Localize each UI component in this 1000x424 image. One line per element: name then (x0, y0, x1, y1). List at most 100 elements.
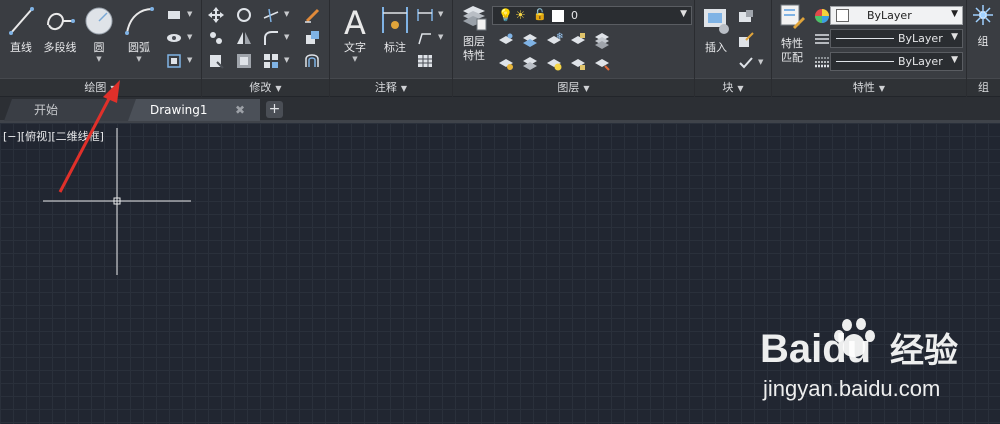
layer-thaw-all-icon[interactable] (545, 54, 563, 72)
tab-drawing1[interactable]: Drawing1 ✖ (128, 99, 260, 121)
add-tab-button[interactable]: + (266, 101, 283, 118)
erase-icon[interactable] (303, 6, 321, 24)
move-icon[interactable] (207, 6, 225, 24)
rotate-icon[interactable] (235, 6, 253, 24)
layer-dropdown[interactable]: 💡 ☀ 🔓 0 ▼ (492, 6, 692, 25)
edit-attributes-icon[interactable] (737, 54, 755, 72)
watermark-url: jingyan.baidu.com (763, 376, 941, 401)
line-icon (9, 7, 34, 35)
color-dropdown[interactable]: ByLayer ▼ (830, 6, 963, 25)
layer-properties-button[interactable]: 图层 特性 (457, 3, 491, 75)
text-button[interactable]: A 文字 ▼ (335, 3, 375, 75)
rectangle-icon[interactable] (165, 6, 183, 24)
draw-panel-footer[interactable]: 绘图 ▼ (0, 78, 201, 96)
properties-panel: 特性 匹配 ByLayer ▼ ByLayer ▼ ByLayer ▼ 特性 ▼ (772, 0, 967, 97)
tab-start[interactable]: 开始 (4, 99, 140, 121)
draw-panel-expand-icon[interactable]: ▼ (110, 84, 116, 93)
polyline-button[interactable]: 多段线 (40, 3, 80, 75)
create-block-icon[interactable] (737, 8, 755, 26)
arc-dropdown-icon[interactable]: ▼ (120, 55, 158, 63)
table-icon[interactable] (416, 52, 434, 70)
lineweight-icon[interactable] (813, 53, 831, 71)
leader-dropdown-icon[interactable]: ▼ (438, 33, 443, 41)
dimension-button[interactable]: 标注 (377, 3, 413, 75)
color-wheel-icon[interactable] (813, 7, 831, 25)
ribbon: 直线 多段线 圆 ▼ 圆弧 ▼ ▼ ▼ ▼ 绘图 ▼ ▼ ▼ ▼ 修改 ▼ A … (0, 0, 1000, 97)
tab-drawing1-label: Drawing1 (150, 103, 208, 117)
edit-block-icon[interactable] (737, 31, 755, 49)
text-icon: A (344, 4, 366, 39)
lineweight-preview (836, 61, 894, 62)
groups-panel-footer[interactable]: 组 (967, 78, 1000, 96)
fillet-dropdown-icon[interactable]: ▼ (284, 33, 289, 41)
hatch-dropdown-icon[interactable]: ▼ (187, 33, 192, 41)
boundary-icon[interactable] (165, 52, 183, 70)
insert-button[interactable]: 插入 (698, 3, 734, 75)
layer-color-swatch[interactable] (552, 10, 564, 22)
block-panel-title: 块 (722, 81, 734, 94)
modify-panel-footer[interactable]: 修改 ▼ (202, 78, 329, 96)
linetype-preview (836, 38, 894, 39)
layer-merge-icon[interactable] (593, 54, 611, 72)
layers-panel-footer[interactable]: 图层 ▼ (453, 78, 694, 96)
annotation-panel-footer[interactable]: 注释 ▼ (330, 78, 452, 96)
stretch-icon[interactable] (207, 52, 225, 70)
array-icon[interactable] (262, 52, 280, 70)
fillet-icon[interactable] (262, 29, 280, 47)
hatch-icon[interactable] (165, 29, 183, 47)
lineweight-dropdown[interactable]: ByLayer ▼ (830, 52, 963, 71)
scale-icon[interactable] (235, 52, 253, 70)
circle-button[interactable]: 圆 ▼ (82, 3, 116, 75)
arc-button[interactable]: 圆弧 ▼ (120, 3, 158, 75)
layer-lock-icon[interactable] (569, 31, 587, 49)
layer-off-icon[interactable] (497, 31, 515, 49)
text-dropdown-icon[interactable]: ▼ (335, 55, 375, 63)
linear-dim-dropdown-icon[interactable]: ▼ (438, 10, 443, 18)
array-dropdown-icon[interactable]: ▼ (284, 56, 289, 64)
leader-icon[interactable] (416, 29, 434, 47)
linetype-dropdown[interactable]: ByLayer ▼ (830, 29, 963, 48)
modify-panel-expand-icon[interactable]: ▼ (275, 84, 281, 93)
offset-icon[interactable] (303, 52, 321, 70)
properties-panel-footer[interactable]: 特性 ▼ (772, 78, 966, 96)
make-current-icon[interactable] (497, 54, 515, 72)
properties-panel-expand-icon[interactable]: ▼ (879, 84, 885, 93)
group-label: 组 (977, 35, 989, 48)
layers-panel-expand-icon[interactable]: ▼ (583, 84, 589, 93)
group-button[interactable]: 组 (969, 3, 997, 75)
linetype-icon[interactable] (813, 30, 831, 48)
svg-text:❄: ❄ (556, 32, 563, 42)
color-dropdown-arrow-icon: ▼ (951, 9, 958, 19)
layer-walk-icon[interactable] (593, 31, 611, 49)
block-panel-expand-icon[interactable]: ▼ (737, 84, 743, 93)
baidu-watermark: Baidu 经验 jingyan.baidu.com (760, 316, 1000, 421)
annotation-panel-title: 注释 (374, 81, 397, 94)
line-button[interactable]: 直线 (3, 3, 39, 75)
match-properties-button[interactable]: 特性 匹配 (774, 3, 810, 75)
mirror-icon[interactable] (235, 29, 253, 47)
linear-dim-icon[interactable] (416, 6, 434, 24)
layer-isolate-icon[interactable] (521, 31, 539, 49)
groups-panel-title: 组 (978, 81, 989, 94)
layer-thaw-icon[interactable]: ☀ (515, 8, 526, 22)
layer-unlock-icon[interactable]: 🔓 (533, 8, 547, 21)
layer-on-icon[interactable]: 💡 (498, 8, 513, 22)
color-value: ByLayer (867, 9, 912, 22)
block-panel-footer[interactable]: 块 ▼ (695, 78, 771, 96)
rectangle-dropdown-icon[interactable]: ▼ (187, 10, 192, 18)
match-layer-icon[interactable] (521, 54, 539, 72)
trim-icon[interactable] (262, 6, 280, 24)
annotation-panel-expand-icon[interactable]: ▼ (401, 84, 407, 93)
text-label: 文字 (344, 41, 366, 54)
layer-unlock-all-icon[interactable] (569, 54, 587, 72)
copy-icon[interactable] (207, 29, 225, 47)
layer-freeze-icon[interactable]: ❄ (545, 31, 564, 49)
circle-dropdown-icon[interactable]: ▼ (82, 55, 116, 63)
boundary-dropdown-icon[interactable]: ▼ (187, 56, 192, 64)
explode-icon[interactable] (303, 29, 321, 47)
tab-close-icon[interactable]: ✖ (235, 99, 245, 121)
trim-dropdown-icon[interactable]: ▼ (284, 10, 289, 18)
edit-attributes-dropdown-icon[interactable]: ▼ (758, 58, 763, 66)
layer-dropdown-arrow-icon: ▼ (680, 9, 687, 19)
polyline-icon (47, 13, 75, 31)
